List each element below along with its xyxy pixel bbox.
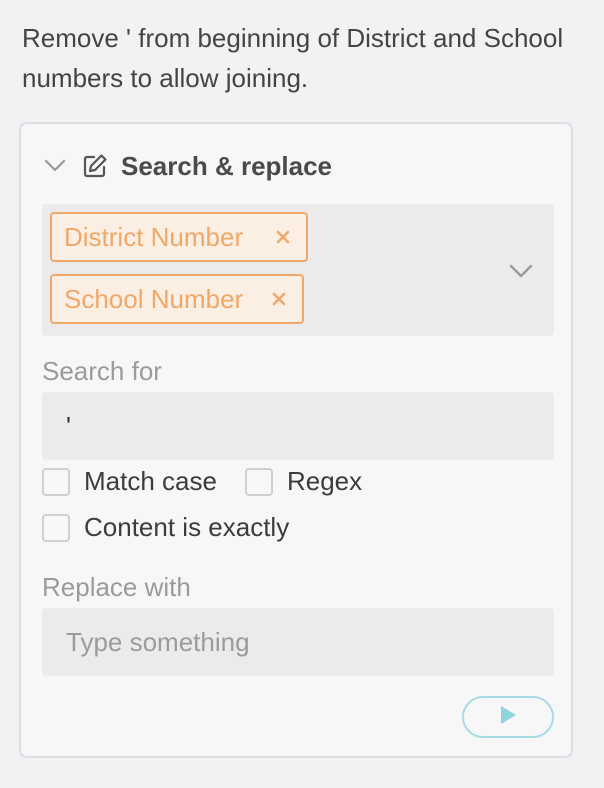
column-tag-label: School Number — [64, 283, 244, 314]
checkbox-box[interactable] — [244, 467, 273, 496]
checkbox-box[interactable] — [42, 467, 70, 496]
match-case-label: Match case — [84, 466, 217, 496]
panel-title: Search & replace — [121, 150, 333, 181]
column-tag: School Number — [50, 274, 304, 324]
match-case-checkbox[interactable]: Match case — [42, 466, 217, 497]
replace-with-label: Replace with — [42, 572, 191, 602]
edit-icon — [81, 152, 109, 180]
content-exactly-label: Content is exactly — [84, 512, 290, 542]
play-icon — [499, 705, 517, 730]
run-button[interactable] — [462, 696, 554, 738]
column-tag: District Number — [50, 212, 308, 262]
chevron-down-icon[interactable] — [508, 260, 534, 282]
regex-checkbox[interactable]: Regex — [244, 466, 363, 497]
replace-input[interactable] — [42, 608, 554, 676]
search-replace-panel: Search & replace District Number School … — [19, 122, 573, 758]
options-row: Match case Regex — [42, 466, 390, 497]
chevron-down-icon[interactable] — [43, 154, 67, 178]
options-row: Content is exactly — [42, 512, 317, 543]
column-select[interactable]: District Number School Number — [42, 204, 554, 336]
panel-header: Search & replace — [43, 146, 332, 186]
search-for-label: Search for — [42, 356, 162, 386]
content-exactly-checkbox[interactable]: Content is exactly — [42, 512, 289, 543]
search-input[interactable] — [42, 392, 554, 460]
column-tag-label: District Number — [64, 221, 244, 252]
close-icon[interactable] — [268, 288, 290, 310]
checkbox-box[interactable] — [42, 513, 70, 542]
close-icon[interactable] — [272, 226, 294, 248]
regex-label: Regex — [286, 466, 363, 496]
step-description: Remove ' from beginning of District and … — [22, 23, 564, 93]
